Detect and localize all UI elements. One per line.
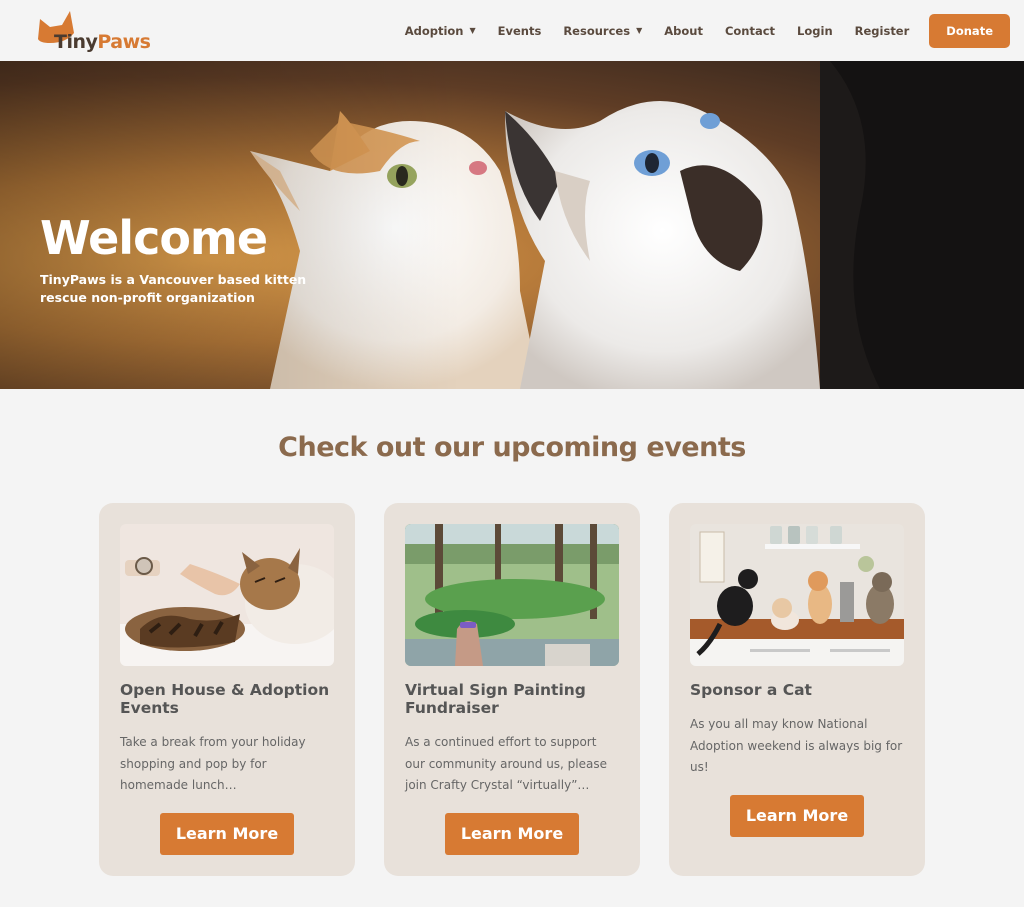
event-title: Virtual Sign Painting Fundraiser (405, 681, 586, 717)
event-card-sponsor: Sponsor a Cat As you all may know Nation… (669, 503, 925, 876)
nav-register[interactable]: Register (855, 24, 910, 38)
event-title: Sponsor a Cat (690, 681, 812, 699)
nav-login[interactable]: Login (797, 24, 833, 38)
event-description: Take a break from your holiday shopping … (120, 735, 306, 792)
site-header: TinyPaws Adoption ▼ Events Resources ▼ Abo… (0, 0, 1024, 61)
nav-about[interactable]: About (664, 24, 703, 38)
event-image-cafe-cats (690, 524, 904, 666)
nav-contact[interactable]: Contact (725, 24, 775, 38)
event-description: As a continued effort to support our com… (405, 735, 607, 792)
hero-subtitle: TinyPaws is a Vancouver based kitten res… (40, 272, 307, 305)
nav-resources[interactable]: Resources ▼ (563, 24, 642, 38)
chevron-down-icon: ▼ (469, 26, 476, 35)
event-image-park-painting (405, 524, 619, 666)
chevron-down-icon: ▼ (636, 26, 643, 35)
learn-more-button[interactable]: Learn More (160, 813, 294, 855)
brand-name-part2: Paws (97, 30, 151, 53)
event-description: As you all may know National Adoption we… (690, 717, 903, 774)
brand-name-part1: Tiny (54, 30, 98, 53)
event-title: Open House & Adoption Events (120, 681, 330, 717)
learn-more-button[interactable]: Learn More (445, 813, 579, 855)
learn-more-button[interactable]: Learn More (730, 795, 864, 837)
brand-wordmark: TinyPaws (54, 31, 151, 53)
nav-adoption-label: Adoption (404, 23, 464, 38)
tinypaws-logo[interactable]: TinyPaws (36, 10, 151, 53)
painting-photo-icon (405, 524, 619, 666)
event-image-bengal-cat (120, 524, 334, 666)
cats-counter-photo-icon (690, 524, 904, 666)
event-card-sign-painting: Virtual Sign Painting Fundraiser As a co… (384, 503, 640, 876)
hero-banner: Welcome TinyPaws is a Vancouver based ki… (0, 61, 1024, 389)
events-heading: Check out our upcoming events (278, 432, 746, 463)
nav-events[interactable]: Events (498, 24, 542, 38)
event-card-open-house: Open House & Adoption Events Take a brea… (99, 503, 355, 876)
nav-resources-label: Resources (563, 23, 631, 38)
main-nav: Adoption ▼ Events Resources ▼ About Contac… (383, 13, 1010, 48)
cat-photo-icon (120, 524, 334, 666)
hero-title: Welcome (40, 211, 268, 265)
donate-button[interactable]: Donate (929, 13, 1010, 48)
nav-adoption[interactable]: Adoption ▼ (405, 24, 476, 38)
